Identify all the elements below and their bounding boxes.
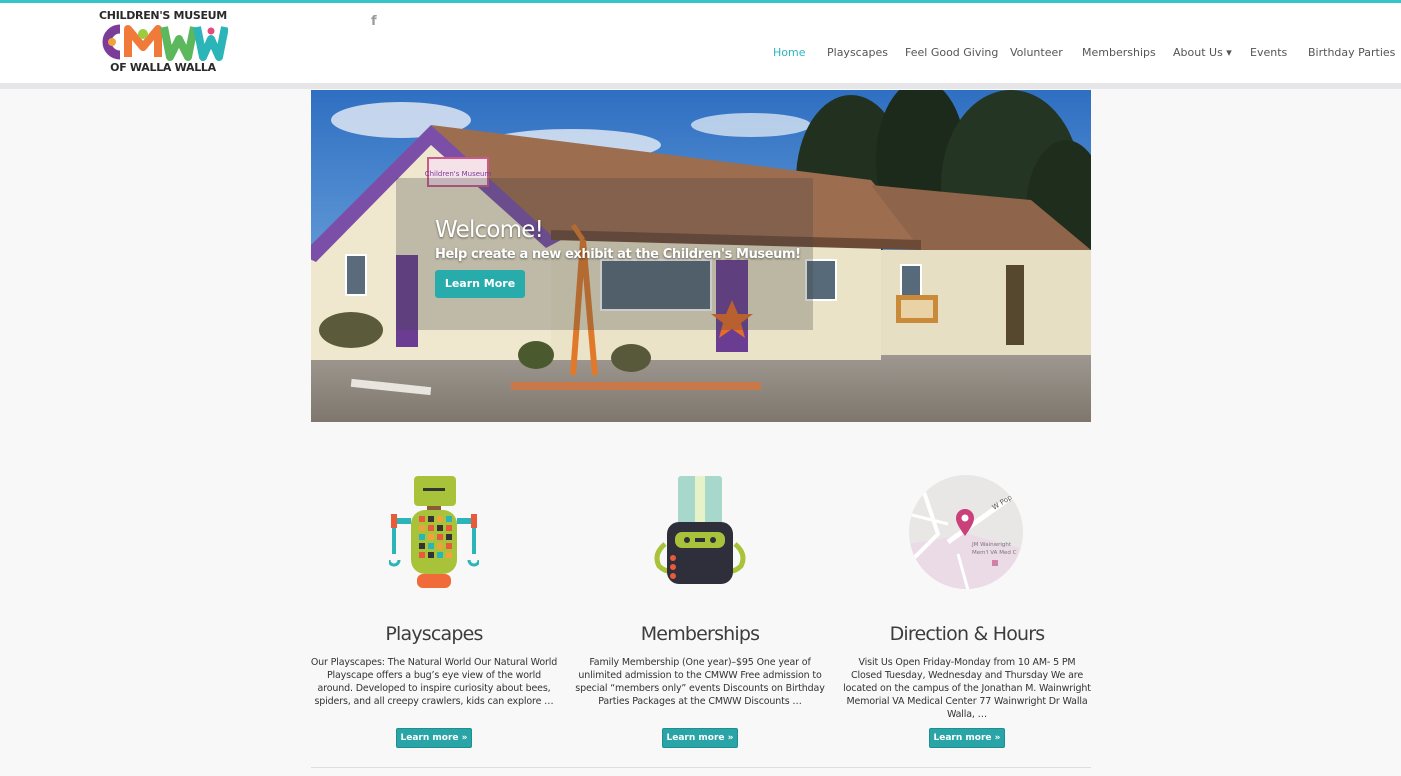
nav-home[interactable]: Home bbox=[773, 46, 805, 62]
membership-card-icon bbox=[645, 474, 755, 596]
feature-playscapes: Playscapes Our Playscapes: The Natural W… bbox=[309, 470, 559, 760]
feature-direction-hours: W Poplar JM Wainwright Mem'l VA Med C Di… bbox=[842, 470, 1092, 760]
building-sign-text: Children's Museum bbox=[425, 170, 492, 178]
map-place-label: Mem'l VA Med C bbox=[972, 550, 1017, 556]
feature-title: Memberships bbox=[640, 623, 760, 645]
nav-about-us[interactable]: About Us ▾ bbox=[1173, 46, 1232, 62]
nav-feel-good-giving[interactable]: Feel Good Giving bbox=[905, 46, 998, 62]
hero-learn-more-button[interactable]: Learn More bbox=[435, 270, 525, 298]
nav-playscapes[interactable]: Playscapes bbox=[827, 46, 888, 62]
site-logo[interactable]: CHILDREN'S MUSEUM OF WALLA WALLA bbox=[98, 9, 229, 74]
header-divider bbox=[0, 83, 1401, 89]
logo-mark-cmww bbox=[98, 23, 229, 61]
feature-text: Our Playscapes: The Natural World Our Na… bbox=[310, 657, 558, 707]
learn-more-button[interactable]: Learn more » bbox=[662, 728, 738, 748]
nav-birthday-parties[interactable]: Birthday Parties bbox=[1308, 46, 1395, 62]
learn-more-button[interactable]: Learn more » bbox=[396, 728, 472, 748]
feature-title: Direction & Hours bbox=[889, 623, 1046, 645]
robot-icon bbox=[387, 474, 481, 596]
logo-top-text: CHILDREN'S MUSEUM bbox=[99, 9, 227, 22]
logo-bottom-text: OF WALLA WALLA bbox=[110, 61, 216, 74]
hero-title: Welcome! bbox=[435, 217, 544, 243]
nav-events[interactable]: Events bbox=[1250, 46, 1287, 62]
feature-title: Playscapes bbox=[385, 623, 483, 645]
map-icon: W Poplar JM Wainwright Mem'l VA Med C bbox=[908, 474, 1024, 594]
section-divider bbox=[311, 767, 1091, 768]
feature-memberships: Memberships Family Membership (One year)… bbox=[575, 470, 825, 760]
hero-subtitle: Help create a new exhibit at the Childre… bbox=[435, 247, 801, 262]
feature-text: Family Membership (One year)–$95 One yea… bbox=[575, 657, 825, 707]
map-place-label: JM Wainwright bbox=[971, 542, 1012, 548]
learn-more-button[interactable]: Learn more » bbox=[929, 728, 1005, 748]
feature-text: Visit Us Open Friday-Monday from 10 AM- … bbox=[843, 657, 1091, 720]
hero-slider[interactable]: Children's Museum Welcome! Help create a… bbox=[311, 90, 1091, 422]
nav-memberships[interactable]: Memberships bbox=[1082, 46, 1156, 62]
nav-volunteer[interactable]: Volunteer bbox=[1010, 46, 1063, 62]
facebook-icon[interactable]: f bbox=[371, 14, 377, 29]
